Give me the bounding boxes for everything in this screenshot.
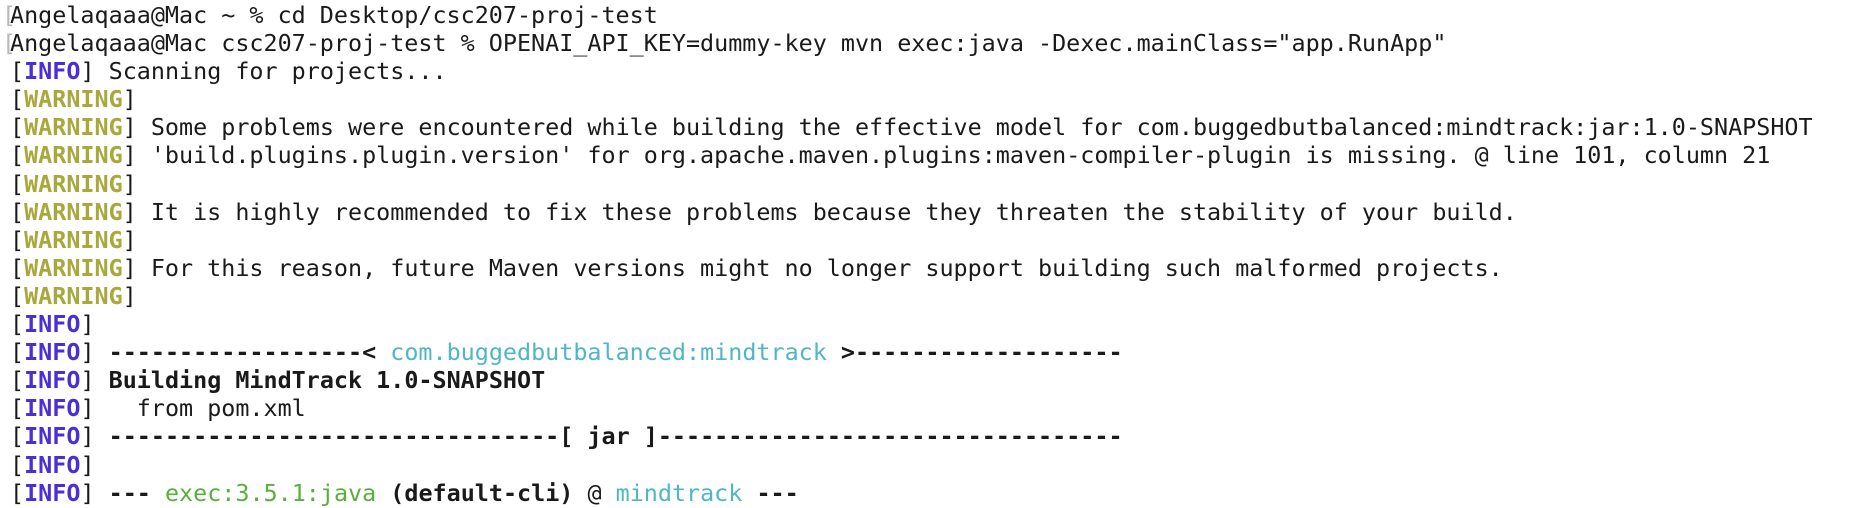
log-text: For this reason, future Maven versions m… <box>136 253 1503 282</box>
bracket-open: [ <box>10 394 25 423</box>
log-text: exec:3.5.1:java <box>164 478 377 507</box>
bracket-open: [ <box>10 281 25 310</box>
log-text: @ <box>573 478 616 507</box>
prompt-mark: [ <box>2 29 17 58</box>
bracket-open: [ <box>10 85 25 114</box>
bracket-close: ] <box>80 366 95 395</box>
prompt-line: [Angelaqaaa@Mac ~ % cd Desktop/csc207-pr… <box>2 1 1813 29</box>
bracket-close: ] <box>122 113 137 142</box>
log-text: Building MindTrack 1.0-SNAPSHOT <box>94 366 546 395</box>
info-level-label: INFO <box>24 450 81 479</box>
bracket-open: [ <box>10 113 25 142</box>
log-line: [INFO] ------------------< com.buggedbut… <box>10 338 1813 366</box>
bracket-close: ] <box>122 225 137 254</box>
bracket-open: [ <box>10 310 25 339</box>
warning-level-label: WARNING <box>24 141 123 170</box>
log-line: [WARNING] <box>10 282 1813 310</box>
log-line: [WARNING] <box>10 226 1813 254</box>
info-level-label: INFO <box>24 422 81 451</box>
log-line: [INFO] --------------------------------[… <box>10 422 1813 450</box>
command-text: Angelaqaaa@Mac csc207-proj-test % OPENAI… <box>10 29 1447 58</box>
terminal-output[interactable]: [Angelaqaaa@Mac ~ % cd Desktop/csc207-pr… <box>2 1 1813 507</box>
log-text: ------------------< <box>94 338 391 367</box>
bracket-close: ] <box>80 450 95 479</box>
info-level-label: INFO <box>24 366 81 395</box>
bracket-open: [ <box>10 366 25 395</box>
bracket-open: [ <box>10 141 25 170</box>
log-line: [WARNING] It is highly recommended to fi… <box>10 198 1813 226</box>
bracket-open: [ <box>10 450 25 479</box>
prompt-line: [Angelaqaaa@Mac csc207-proj-test % OPENA… <box>2 29 1813 58</box>
bracket-close: ] <box>80 338 95 367</box>
bracket-close: ] <box>122 197 137 226</box>
command-text: Angelaqaaa@Mac ~ % cd Desktop/csc207-pro… <box>10 1 658 29</box>
bracket-close: ] <box>122 281 137 310</box>
warning-level-label: WARNING <box>24 85 123 114</box>
bracket-close: ] <box>80 422 95 451</box>
log-text: It is highly recommended to fix these pr… <box>136 197 1517 226</box>
log-line: [INFO] --- exec:3.5.1:java (default-cli)… <box>10 479 1813 507</box>
warning-level-label: WARNING <box>24 253 123 282</box>
log-line: [INFO] <box>10 310 1813 338</box>
log-line: [WARNING] <box>10 170 1813 198</box>
log-line: [WARNING] For this reason, future Maven … <box>10 254 1813 282</box>
bracket-close: ] <box>80 57 95 86</box>
log-text: com.buggedbutbalanced:mindtrack <box>390 338 827 367</box>
info-level-label: INFO <box>24 394 81 423</box>
info-level-label: INFO <box>24 478 81 507</box>
bracket-close: ] <box>122 253 137 282</box>
bracket-open: [ <box>10 253 25 282</box>
log-line: [INFO] Building MindTrack 1.0-SNAPSHOT <box>10 366 1813 394</box>
log-text: >------------------- <box>826 338 1123 367</box>
log-text: --- <box>742 478 799 507</box>
log-text: Scanning for projects... <box>94 57 447 86</box>
log-text: from pom.xml <box>94 394 306 423</box>
bracket-close: ] <box>80 310 95 339</box>
bracket-open: [ <box>10 422 25 451</box>
warning-level-label: WARNING <box>24 197 123 226</box>
warning-level-label: WARNING <box>24 225 123 254</box>
bracket-open: [ <box>10 338 25 367</box>
log-text: mindtrack <box>615 478 743 507</box>
log-line: [WARNING] <box>10 85 1813 113</box>
warning-level-label: WARNING <box>24 113 123 142</box>
log-text: (default-cli) <box>376 478 574 507</box>
log-text: --- <box>94 478 165 507</box>
log-line: [INFO] from pom.xml <box>10 394 1813 422</box>
info-level-label: INFO <box>24 338 81 367</box>
log-line: [WARNING] 'build.plugins.plugin.version'… <box>10 141 1813 169</box>
log-text: 'build.plugins.plugin.version' for org.a… <box>136 141 1771 170</box>
bracket-close: ] <box>122 85 137 114</box>
warning-level-label: WARNING <box>24 281 123 310</box>
bracket-open: [ <box>10 225 25 254</box>
log-line: [WARNING] Some problems were encountered… <box>10 113 1813 141</box>
bracket-close: ] <box>80 478 95 507</box>
bracket-close: ] <box>122 141 137 170</box>
bracket-open: [ <box>10 478 25 507</box>
bracket-open: [ <box>10 57 25 86</box>
log-text: --------------------------------[ jar ]-… <box>94 422 1123 451</box>
log-text: Some problems were encountered while bui… <box>136 113 1813 142</box>
log-line: [INFO] Scanning for projects... <box>10 57 1813 85</box>
bracket-open: [ <box>10 169 25 198</box>
bracket-open: [ <box>10 197 25 226</box>
info-level-label: INFO <box>24 57 81 86</box>
log-line: [INFO] <box>10 451 1813 479</box>
info-level-label: INFO <box>24 310 81 339</box>
prompt-mark: [ <box>2 1 17 29</box>
bracket-close: ] <box>122 169 137 198</box>
bracket-close: ] <box>80 394 95 423</box>
warning-level-label: WARNING <box>24 169 123 198</box>
